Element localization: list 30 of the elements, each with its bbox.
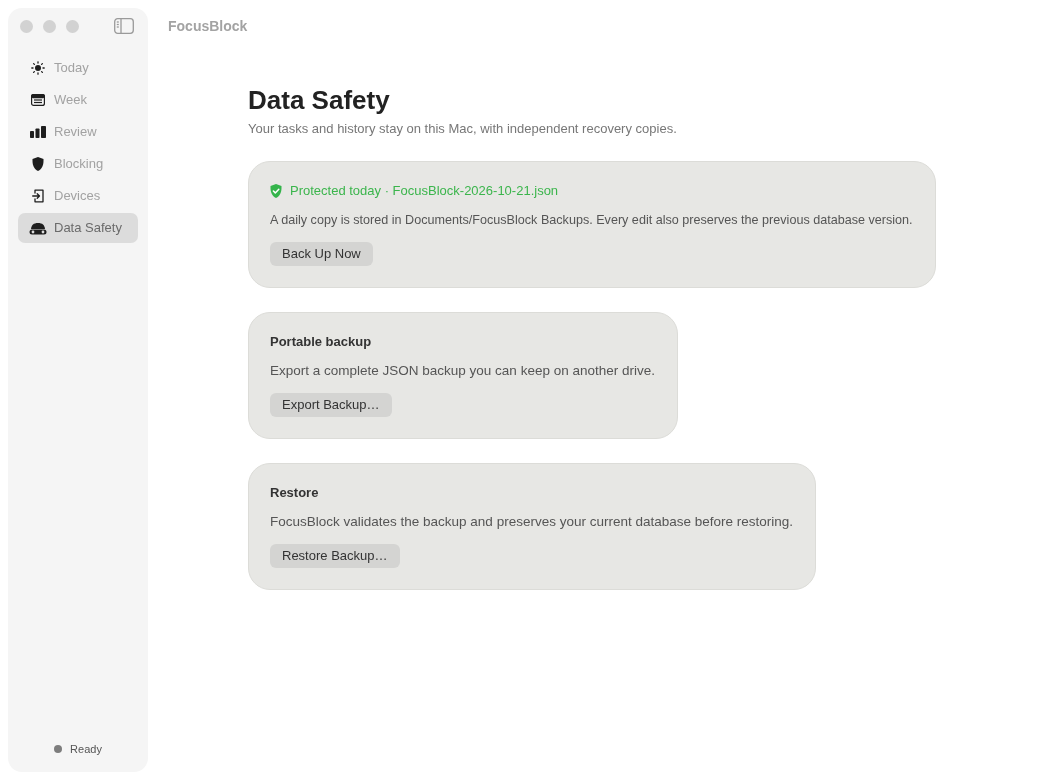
- card-title: Portable backup: [270, 333, 372, 351]
- sidebar-item[interactable]: Devices: [18, 181, 138, 211]
- sidebar-item[interactable]: Week: [18, 85, 138, 115]
- shield-icon: [32, 157, 44, 171]
- window-title: FocusBlock: [168, 16, 248, 36]
- sun-icon: [31, 61, 45, 75]
- sidebar-item[interactable]: Today: [18, 53, 138, 83]
- card-description: Export a complete JSON backup you can keep on another drive.: [270, 362, 655, 380]
- page-subtitle: Your tasks and history stay on this Mac, with independent recovery copies.: [248, 120, 677, 138]
- action-button[interactable]: Restore Backup…: [270, 544, 400, 568]
- shield-check-icon: [270, 184, 282, 198]
- close-button[interactable]: [20, 19, 33, 33]
- status-text: Protected today · FocusBlock-2026-10-21.json: [290, 182, 559, 200]
- page-title: Data Safety: [248, 84, 390, 116]
- card-description: FocusBlock validates the backup and preserves your current database before restoring.: [270, 513, 794, 531]
- sidebar-item[interactable]: Blocking: [18, 149, 138, 179]
- calendar-icon: [31, 94, 45, 106]
- action-button[interactable]: Export Backup…: [270, 393, 392, 417]
- card-description: A daily copy is stored in Documents/FocusBlock Backups. Every edit also preserves the previous database version.: [270, 212, 913, 229]
- sidebar-item[interactable]: Review: [18, 117, 138, 147]
- door-arrow-icon: [32, 189, 44, 203]
- card-title: Restore: [270, 484, 319, 502]
- sidebar-toggle-icon[interactable]: [114, 18, 134, 34]
- drive-icon: [29, 221, 47, 235]
- status-text: Ready: [70, 742, 102, 756]
- bar-chart-icon: [30, 126, 46, 138]
- sidebar-item[interactable]: Data Safety: [18, 213, 138, 243]
- minimize-button[interactable]: [43, 19, 56, 33]
- action-button[interactable]: Back Up Now: [270, 242, 373, 266]
- zoom-button[interactable]: [66, 19, 79, 33]
